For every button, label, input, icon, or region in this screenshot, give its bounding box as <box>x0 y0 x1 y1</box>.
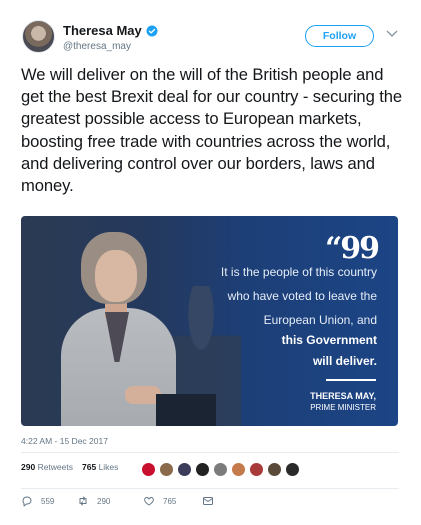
divider <box>21 488 399 489</box>
retweets-label: Retweets <box>37 462 73 472</box>
envelope-icon <box>203 497 213 505</box>
attribution-title: PRIME MINISTER <box>310 403 376 412</box>
follow-button[interactable]: Follow <box>305 25 374 47</box>
attribution-name: THERESA MAY, <box>310 391 376 401</box>
quote-line-emphasis: will deliver. <box>312 354 377 368</box>
retweets-count: 290 <box>21 462 36 472</box>
likes-label: Likes <box>98 462 119 472</box>
hat-avatar[interactable] <box>195 462 210 477</box>
likes-stat[interactable]: 765 Likes <box>82 462 118 472</box>
display-name[interactable]: Theresa May <box>63 23 142 38</box>
direct-message-button[interactable] <box>202 495 214 507</box>
divider <box>21 452 399 453</box>
tweet-timestamp[interactable]: 4:22 AM - 15 Dec 2017 <box>21 436 108 446</box>
union-jack-avatar[interactable] <box>141 462 156 477</box>
user-avatar[interactable] <box>231 462 246 477</box>
tweet-card: Theresa May @theresa_may Follow We will … <box>0 0 421 525</box>
user-avatar[interactable] <box>285 462 300 477</box>
quote-line: It is the people of this country <box>220 265 377 279</box>
retweet-button[interactable]: 290 <box>77 495 143 507</box>
verified-badge-icon <box>146 25 158 36</box>
retweets-stat[interactable]: 290 Retweets <box>21 462 73 472</box>
user-avatar[interactable] <box>177 462 192 477</box>
user-avatar[interactable] <box>267 462 282 477</box>
retweet-icon <box>79 496 87 506</box>
tweet-text: We will deliver on the will of the Briti… <box>21 65 402 196</box>
user-handle[interactable]: @theresa_may <box>63 41 131 52</box>
quote-line-emphasis: this Government <box>281 333 377 347</box>
heart-icon <box>144 497 154 506</box>
attribution-divider <box>326 379 376 381</box>
user-name-row[interactable]: Theresa May <box>63 23 158 38</box>
speaker-photo <box>21 216 216 426</box>
quote-mark-icon: “99 <box>324 231 380 266</box>
engagement-stats: 290 Retweets 765 Likes <box>21 462 118 472</box>
like-count: 765 <box>163 496 177 506</box>
user-avatar[interactable] <box>249 462 264 477</box>
retweet-count: 290 <box>97 496 111 506</box>
action-bar: 559 290 765 <box>21 495 214 507</box>
like-button[interactable]: 765 <box>143 495 202 507</box>
user-avatar[interactable] <box>213 462 228 477</box>
reply-icon <box>22 496 32 507</box>
user-avatar[interactable] <box>159 462 174 477</box>
tweet-media-image[interactable]: “99 It is the people of this country who… <box>21 216 398 426</box>
liker-avatars <box>141 462 300 477</box>
avatar[interactable] <box>22 20 55 53</box>
reply-count: 559 <box>41 496 55 506</box>
reply-button[interactable]: 559 <box>21 495 77 507</box>
chevron-down-icon[interactable] <box>386 29 398 39</box>
quote-line: European Union, and <box>263 313 377 327</box>
likes-count: 765 <box>82 462 97 472</box>
quote-line: who have voted to leave the <box>227 289 377 303</box>
